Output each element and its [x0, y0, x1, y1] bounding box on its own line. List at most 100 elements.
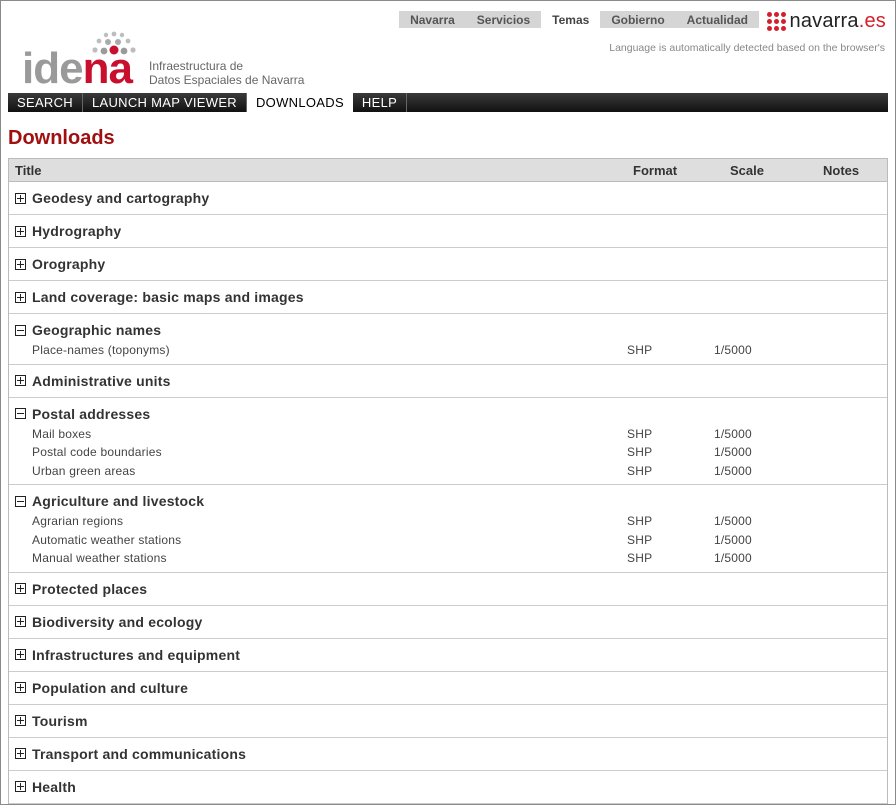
- table-body: Geodesy and cartography Hydrography Orogra…: [9, 182, 887, 804]
- row-title: Automatic weather stations: [32, 532, 182, 547]
- header-scale[interactable]: Scale: [730, 163, 764, 178]
- group-header[interactable]: Biodiversity and ecology: [9, 606, 887, 638]
- row-title: Postal code boundaries: [32, 445, 162, 459]
- table-row[interactable]: Place-names (toponyms) SHP 1/5000: [9, 341, 887, 360]
- row-scale: 1/5000: [714, 463, 752, 478]
- group-label: Tourism: [32, 712, 88, 729]
- logo-subtitle-line1: Infraestructura de: [149, 59, 244, 73]
- group-header[interactable]: Infrastructures and equipment: [9, 639, 887, 671]
- logo-word-grey: ide: [22, 44, 84, 93]
- table-row[interactable]: Automatic weather stations SHP 1/5000: [9, 531, 887, 550]
- table-row[interactable]: Postal code boundaries SHP 1/5000: [9, 443, 887, 462]
- table-row[interactable]: Agrarian regions SHP 1/5000: [9, 512, 887, 531]
- logo-word-red: na: [82, 44, 133, 93]
- main-menu: SEARCH LAUNCH MAP VIEWER DOWNLOADS HELP: [8, 93, 888, 112]
- expand-icon[interactable]: [15, 616, 26, 627]
- group-header[interactable]: Administrative units: [9, 365, 887, 397]
- row-scale: 1/5000: [714, 445, 752, 459]
- portal-nav-actualidad[interactable]: Actualidad: [676, 11, 759, 28]
- table-group: Orography: [9, 248, 887, 281]
- table-group: Administrative units: [9, 365, 887, 398]
- menu-item-search[interactable]: SEARCH: [8, 93, 83, 112]
- expand-icon[interactable]: [15, 583, 26, 594]
- expand-icon[interactable]: [15, 781, 26, 792]
- portal-nav-temas[interactable]: Temas: [541, 11, 601, 28]
- table-header: Title Format Scale Notes: [9, 159, 887, 182]
- expand-icon[interactable]: [15, 192, 26, 204]
- group-label: Hydrography: [32, 223, 122, 239]
- group-label: Geographic names: [32, 322, 162, 338]
- group-label: Postal addresses: [32, 405, 151, 422]
- row-title: Manual weather stations: [32, 551, 167, 565]
- table-group: Geographic names Place-names (toponyms) SH…: [9, 314, 887, 365]
- table-group: Tourism: [9, 705, 887, 738]
- collapse-icon[interactable]: [15, 495, 26, 507]
- group-header[interactable]: Land coverage: basic maps and images: [9, 281, 887, 313]
- table-group: Transport and communications: [9, 738, 887, 771]
- portal-nav-gobierno[interactable]: Gobierno: [600, 11, 675, 28]
- group-label: Protected places: [32, 580, 148, 597]
- brand-text: navarra.es: [790, 10, 887, 33]
- expand-icon[interactable]: [15, 649, 26, 660]
- row-format: SHP: [627, 532, 653, 547]
- idena-logo[interactable]: idena Infraestructura de Datos Espaciale…: [22, 31, 322, 91]
- portal-nav-servicios[interactable]: Servicios: [466, 11, 541, 28]
- row-scale: 1/5000: [714, 551, 752, 565]
- row-format: SHP: [627, 514, 653, 528]
- table-group: Infrastructures and equipment: [9, 639, 887, 672]
- collapse-icon[interactable]: [15, 324, 26, 336]
- group-label: Administrative units: [32, 372, 171, 389]
- row-scale: 1/5000: [714, 532, 752, 547]
- table-group: Population and culture: [9, 672, 887, 705]
- navarra-brand[interactable]: navarra.es: [766, 9, 887, 33]
- group-label: Orography: [32, 256, 106, 272]
- expand-icon[interactable]: [15, 375, 26, 386]
- group-header[interactable]: Protected places: [9, 573, 887, 605]
- table-row[interactable]: Urban green areas SHP 1/5000: [9, 462, 887, 481]
- row-scale: 1/5000: [714, 514, 752, 528]
- row-format: SHP: [627, 551, 653, 565]
- table-group: Agriculture and livestock Agrarian region…: [9, 485, 887, 573]
- table-group: Health: [9, 771, 887, 804]
- group-header[interactable]: Orography: [9, 248, 887, 280]
- portal-bar: Navarra Servicios Temas Gobierno Actualidad …: [1, 9, 895, 32]
- collapse-icon[interactable]: [15, 408, 26, 419]
- table-group: Geodesy and cartography: [9, 182, 887, 215]
- group-label: Population and culture: [32, 679, 189, 696]
- table-row[interactable]: Manual weather stations SHP 1/5000: [9, 549, 887, 568]
- row-title: Mail boxes: [32, 426, 92, 441]
- group-rows: Place-names (toponyms) SHP 1/5000: [9, 341, 887, 364]
- expand-icon[interactable]: [15, 225, 26, 237]
- group-rows: Mail boxes SHP 1/5000 Postal code boundarie…: [9, 425, 887, 485]
- header-format[interactable]: Format: [633, 163, 677, 178]
- expand-icon[interactable]: [15, 748, 26, 759]
- table-row[interactable]: Mail boxes SHP 1/5000: [9, 425, 887, 444]
- header-title[interactable]: Title: [15, 163, 42, 178]
- expand-icon[interactable]: [15, 682, 26, 693]
- portal-nav: Navarra Servicios Temas Gobierno Actualidad: [399, 11, 759, 28]
- group-header[interactable]: Hydrography: [9, 215, 887, 247]
- portal-nav-navarra[interactable]: Navarra: [399, 11, 466, 28]
- group-header[interactable]: Transport and communications: [9, 738, 887, 770]
- menu-item-launch-map-viewer[interactable]: LAUNCH MAP VIEWER: [83, 93, 247, 112]
- group-label: Transport and communications: [32, 745, 247, 762]
- expand-icon[interactable]: [15, 715, 26, 726]
- group-label: Health: [32, 778, 76, 795]
- group-label: Geodesy and cartography: [32, 190, 210, 206]
- group-header[interactable]: Population and culture: [9, 672, 887, 704]
- group-header[interactable]: Tourism: [9, 705, 887, 737]
- table-group: Postal addresses Mail boxes SHP 1/5000 Posta…: [9, 398, 887, 485]
- logo-word: idena: [22, 47, 133, 91]
- navarra-dots-icon: [766, 11, 786, 31]
- menu-item-help[interactable]: HELP: [353, 93, 408, 112]
- expand-icon[interactable]: [15, 291, 26, 303]
- group-header[interactable]: Health: [9, 771, 887, 803]
- row-scale: 1/5000: [714, 426, 752, 441]
- menu-item-downloads[interactable]: DOWNLOADS: [246, 93, 353, 112]
- group-label: Infrastructures and equipment: [32, 646, 241, 663]
- logo-subtitle: Infraestructura de Datos Espaciales de N…: [149, 59, 304, 87]
- header-notes[interactable]: Notes: [823, 163, 859, 178]
- brand-main: navarra: [789, 9, 859, 32]
- group-header[interactable]: Geodesy and cartography: [9, 182, 887, 214]
- expand-icon[interactable]: [15, 258, 26, 270]
